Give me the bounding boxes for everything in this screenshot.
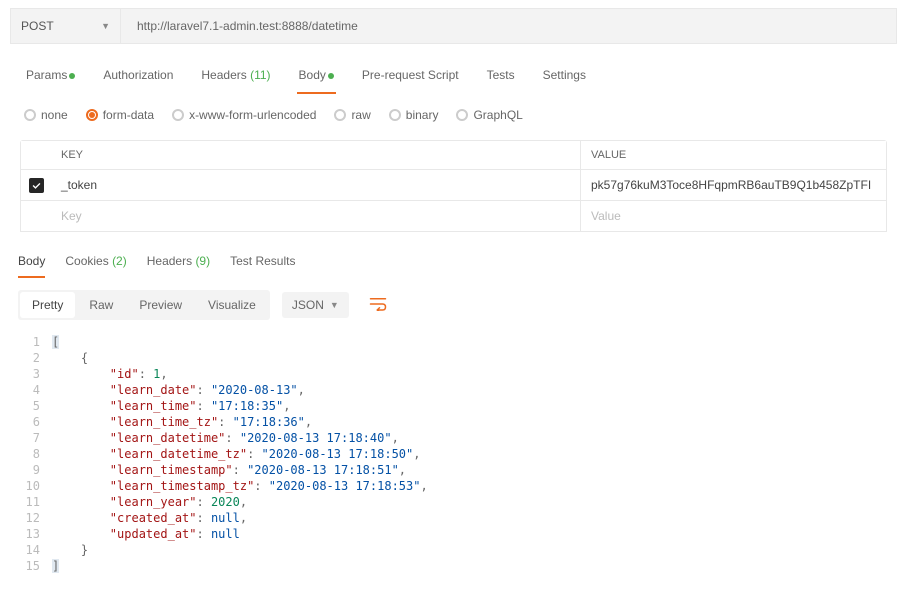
line-number: 7 (22, 430, 52, 446)
code-line: 6 "learn_time_tz": "17:18:36", (22, 414, 897, 430)
radio-icon (389, 109, 401, 121)
code-line: 3 "id": 1, (22, 366, 897, 382)
tab-prerequest[interactable]: Pre-request Script (360, 62, 461, 94)
radio-raw[interactable]: raw (334, 108, 370, 122)
radio-none[interactable]: none (24, 108, 68, 122)
code-line: 12 "created_at": null, (22, 510, 897, 526)
row-key[interactable]: _token (51, 170, 581, 200)
line-content: "learn_datetime_tz": "2020-08-13 17:18:5… (52, 446, 420, 462)
table-header: KEY VALUE (21, 141, 886, 170)
line-number: 2 (22, 350, 52, 366)
code-line: 15] (22, 558, 897, 574)
line-number: 15 (22, 558, 52, 574)
line-number: 13 (22, 526, 52, 542)
view-preview[interactable]: Preview (127, 292, 194, 318)
table-row-empty[interactable] (21, 201, 886, 231)
header-key: KEY (51, 141, 581, 169)
chevron-down-icon: ▼ (330, 300, 339, 310)
request-bar: POST ▼ (10, 8, 897, 44)
code-line: 10 "learn_timestamp_tz": "2020-08-13 17:… (22, 478, 897, 494)
tab-body[interactable]: Body (297, 62, 336, 94)
code-line: 14 } (22, 542, 897, 558)
key-input[interactable] (61, 209, 570, 223)
method-select[interactable]: POST ▼ (11, 9, 121, 43)
radio-icon (334, 109, 346, 121)
radio-icon (172, 109, 184, 121)
tab-tests[interactable]: Tests (485, 62, 517, 94)
response-tabs: Body Cookies (2) Headers (9) Test Result… (10, 232, 897, 278)
line-number: 1 (22, 334, 52, 350)
line-number: 9 (22, 462, 52, 478)
resp-tab-tests[interactable]: Test Results (230, 250, 295, 278)
radio-xwww[interactable]: x-www-form-urlencoded (172, 108, 316, 122)
code-line: 5 "learn_time": "17:18:35", (22, 398, 897, 414)
line-content: "learn_timestamp": "2020-08-13 17:18:51"… (52, 462, 406, 478)
view-controls: Pretty Raw Preview Visualize JSON ▼ (10, 278, 897, 332)
resp-tab-body[interactable]: Body (18, 250, 45, 278)
code-line: 13 "updated_at": null (22, 526, 897, 542)
code-line: 4 "learn_date": "2020-08-13", (22, 382, 897, 398)
chevron-down-icon: ▼ (101, 21, 110, 31)
line-number: 3 (22, 366, 52, 382)
checkbox-checked-icon[interactable] (29, 178, 44, 193)
radio-graphql[interactable]: GraphQL (456, 108, 522, 122)
line-number: 11 (22, 494, 52, 510)
radio-icon (86, 109, 98, 121)
resp-tab-headers[interactable]: Headers (9) (147, 250, 210, 278)
value-input[interactable] (591, 209, 876, 223)
code-line: 1[ (22, 334, 897, 350)
code-line: 9 "learn_timestamp": "2020-08-13 17:18:5… (22, 462, 897, 478)
tab-authorization[interactable]: Authorization (101, 62, 175, 94)
view-raw[interactable]: Raw (77, 292, 125, 318)
view-pretty[interactable]: Pretty (20, 292, 75, 318)
radio-icon (24, 109, 36, 121)
line-number: 14 (22, 542, 52, 558)
tab-settings[interactable]: Settings (541, 62, 588, 94)
line-content: } (52, 542, 88, 558)
line-content: "learn_timestamp_tz": "2020-08-13 17:18:… (52, 478, 428, 494)
tab-headers[interactable]: Headers (11) (199, 62, 272, 94)
line-content: "learn_date": "2020-08-13", (52, 382, 305, 398)
line-content: "learn_year": 2020, (52, 494, 247, 510)
code-line: 8 "learn_datetime_tz": "2020-08-13 17:18… (22, 446, 897, 462)
line-content: [ (52, 334, 59, 350)
line-number: 4 (22, 382, 52, 398)
radio-icon (456, 109, 468, 121)
code-line: 2 { (22, 350, 897, 366)
line-content: "learn_time": "17:18:35", (52, 398, 290, 414)
url-input[interactable] (127, 9, 896, 43)
body-type-row: none form-data x-www-form-urlencoded raw… (10, 94, 897, 136)
line-content: "id": 1, (52, 366, 168, 382)
row-value[interactable]: pk57g76kuM3Toce8HFqpmRB6auTB9Q1b458ZpTFI (581, 170, 886, 200)
wrap-lines-icon[interactable] (363, 291, 393, 320)
line-content: "created_at": null, (52, 510, 247, 526)
resp-tab-cookies[interactable]: Cookies (2) (65, 250, 126, 278)
line-number: 10 (22, 478, 52, 494)
line-number: 6 (22, 414, 52, 430)
dot-icon (328, 73, 334, 79)
line-content: "updated_at": null (52, 526, 240, 542)
line-content: "learn_datetime": "2020-08-13 17:18:40", (52, 430, 399, 446)
tab-params[interactable]: Params (24, 62, 77, 94)
response-body[interactable]: 1[2 {3 "id": 1,4 "learn_date": "2020-08-… (10, 332, 897, 574)
header-value: VALUE (581, 141, 886, 169)
line-number: 12 (22, 510, 52, 526)
radio-binary[interactable]: binary (389, 108, 439, 122)
line-content: "learn_time_tz": "17:18:36", (52, 414, 312, 430)
formdata-table: KEY VALUE _token pk57g76kuM3Toce8HFqpmRB… (20, 140, 887, 232)
dot-icon (69, 73, 75, 79)
line-content: ] (52, 558, 59, 574)
view-visualize[interactable]: Visualize (196, 292, 268, 318)
code-line: 11 "learn_year": 2020, (22, 494, 897, 510)
code-line: 7 "learn_datetime": "2020-08-13 17:18:40… (22, 430, 897, 446)
request-tabs: Params Authorization Headers (11) Body P… (10, 58, 897, 94)
view-mode-group: Pretty Raw Preview Visualize (18, 290, 270, 320)
line-content: { (52, 350, 88, 366)
format-select[interactable]: JSON ▼ (282, 292, 349, 318)
radio-formdata[interactable]: form-data (86, 108, 154, 122)
line-number: 8 (22, 446, 52, 462)
line-number: 5 (22, 398, 52, 414)
table-row[interactable]: _token pk57g76kuM3Toce8HFqpmRB6auTB9Q1b4… (21, 170, 886, 201)
method-value: POST (21, 19, 54, 33)
